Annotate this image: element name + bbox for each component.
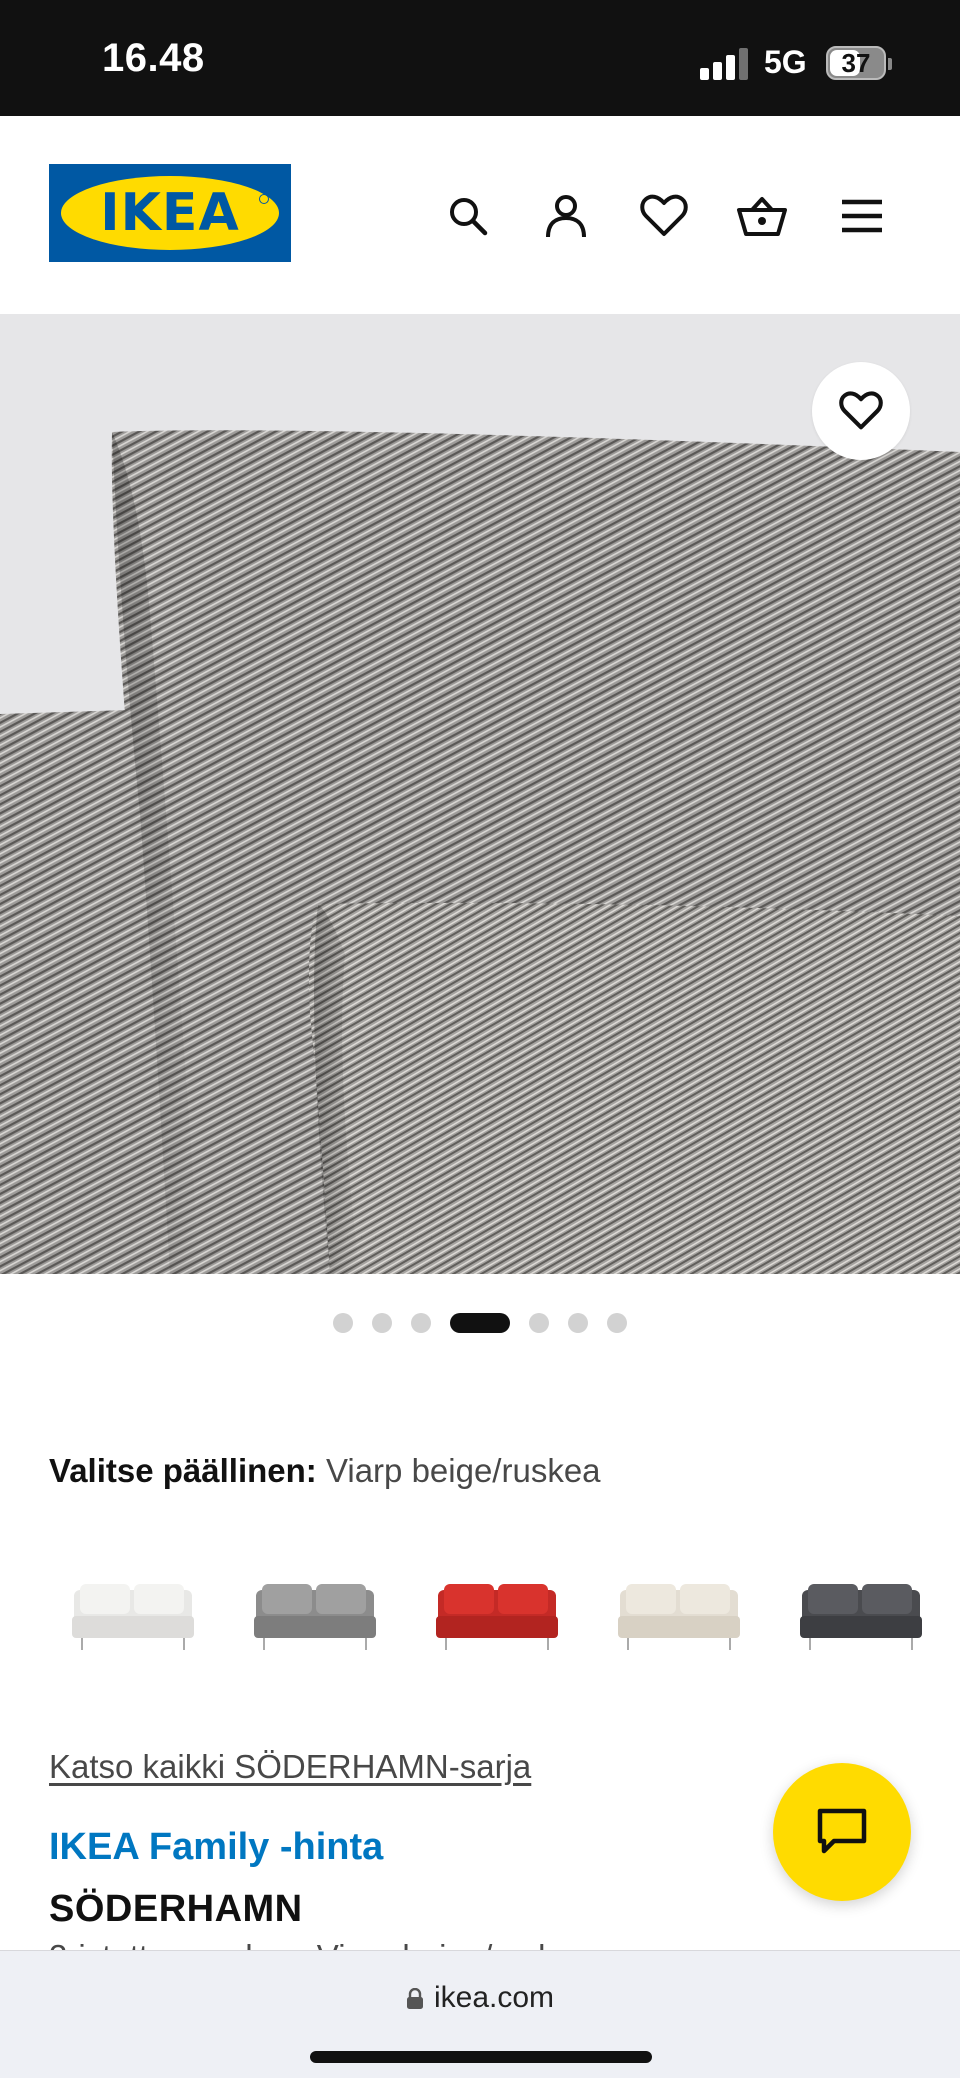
- swatch-beige[interactable]: [606, 1560, 756, 1670]
- save-to-favourites-button[interactable]: [812, 362, 910, 460]
- url-text: ikea.com: [433, 1981, 555, 2014]
- network-type: 5G: [764, 44, 807, 80]
- basket-icon[interactable]: [734, 188, 790, 244]
- product-name: SÖDERHAMN: [49, 1888, 303, 1930]
- carousel-dot[interactable]: [568, 1313, 588, 1333]
- battery-icon: 37: [826, 46, 886, 80]
- cover-value: Viarp beige/ruskea: [325, 1452, 601, 1489]
- account-icon[interactable]: [538, 188, 594, 244]
- signal-icon: [700, 48, 752, 80]
- swatch-dark-grey[interactable]: [788, 1560, 938, 1670]
- browser-url-bar[interactable]: ikea.com: [0, 1950, 960, 2078]
- cover-swatches: [0, 1560, 960, 1670]
- status-bar: 16.48 5G 37: [0, 0, 960, 116]
- swatch-grey[interactable]: [242, 1560, 392, 1670]
- carousel-dot[interactable]: [529, 1313, 549, 1333]
- carousel-dot[interactable]: [333, 1313, 353, 1333]
- heart-icon[interactable]: [636, 188, 692, 244]
- series-link[interactable]: Katso kaikki SÖDERHAMN-sarja: [49, 1748, 531, 1786]
- status-time: 16.48: [102, 36, 205, 80]
- cover-selection-label: Valitse päällinen: Viarp beige/ruskea: [49, 1452, 601, 1490]
- carousel-dot[interactable]: [411, 1313, 431, 1333]
- ikea-logo[interactable]: IKEA: [49, 164, 291, 262]
- lock-icon: [406, 1984, 424, 2018]
- logo-text: IKEA: [100, 183, 240, 243]
- product-image[interactable]: [0, 314, 960, 1274]
- battery-level: 37: [841, 48, 871, 78]
- carousel-dot[interactable]: [450, 1313, 510, 1333]
- chat-icon: [817, 1808, 867, 1854]
- family-price-label: IKEA Family -hinta: [49, 1826, 384, 1868]
- carousel-indicators: [0, 1312, 960, 1334]
- cover-label: Valitse päällinen:: [49, 1452, 317, 1489]
- search-icon[interactable]: [440, 188, 496, 244]
- carousel-dot[interactable]: [607, 1313, 627, 1333]
- home-indicator: [310, 2051, 652, 2063]
- menu-icon[interactable]: [834, 188, 890, 244]
- heart-icon: [839, 391, 883, 430]
- site-header: IKEA: [0, 116, 960, 314]
- swatch-red[interactable]: [424, 1560, 574, 1670]
- chat-button[interactable]: [773, 1763, 911, 1901]
- carousel-dot[interactable]: [372, 1313, 392, 1333]
- url-display[interactable]: ikea.com: [0, 1981, 960, 2018]
- swatch-white[interactable]: [60, 1560, 210, 1670]
